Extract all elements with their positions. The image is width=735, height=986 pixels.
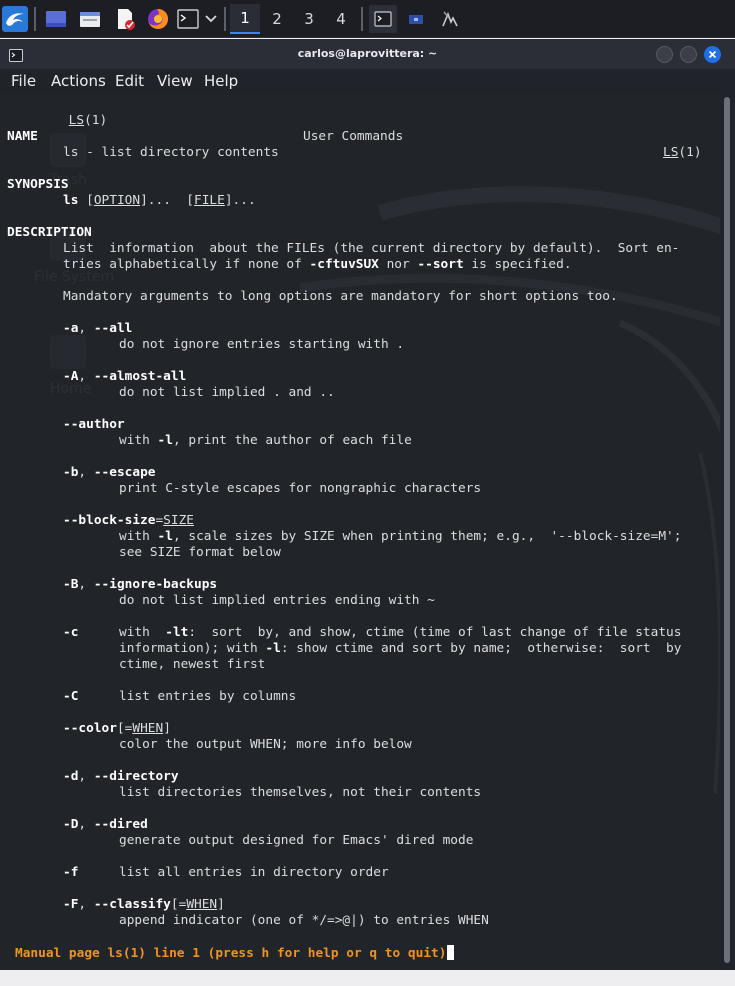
section-name-heading: NAME xyxy=(7,129,38,144)
window-title: carlos@laprovittera: ~ xyxy=(297,47,438,60)
taskbar-separator xyxy=(34,7,36,31)
option-D: -D, --dired xyxy=(63,817,148,832)
man-header-left-section: (1) xyxy=(84,113,108,128)
section-description-heading: DESCRIPTION xyxy=(7,225,92,240)
taskmanager-icon[interactable] xyxy=(439,5,461,33)
menu-view[interactable]: View xyxy=(157,72,193,90)
option-B-desc: do not list implied entries ending with … xyxy=(119,593,435,608)
option-c-desc-2: information); with -l: show ctime and so… xyxy=(119,641,682,656)
option-c-desc-3: ctime, newest first xyxy=(119,657,266,672)
option-f: -f xyxy=(63,865,79,880)
option-C-desc: list entries by columns xyxy=(119,689,297,704)
terminal-window: carlos@laprovittera: ~ File Actions Edit… xyxy=(0,39,735,970)
taskbar-separator xyxy=(224,7,226,31)
option-color-desc: color the output WHEN; more info below xyxy=(119,737,412,752)
workspace-2[interactable]: 2 xyxy=(262,4,292,34)
network-icon[interactable] xyxy=(405,5,427,33)
file-manager-icon[interactable] xyxy=(78,5,102,33)
man-header-left-name: LS xyxy=(68,113,85,128)
scrollbar-thumb[interactable] xyxy=(724,97,730,963)
firefox-icon[interactable] xyxy=(146,5,170,33)
taskbar: 1 2 3 4 xyxy=(0,0,735,38)
option-block-size-desc-1: with -l, scale sizes by SIZE when printi… xyxy=(119,529,682,544)
option-A-desc: do not list implied . and .. xyxy=(119,385,335,400)
terminal-cursor xyxy=(447,945,455,960)
workspace-3[interactable]: 3 xyxy=(294,4,324,34)
chevron-down-icon[interactable] xyxy=(203,5,219,33)
option-B: -B, --ignore-backups xyxy=(63,577,218,592)
menu-edit[interactable]: Edit xyxy=(115,72,144,90)
close-icon xyxy=(708,50,717,59)
bottom-strip xyxy=(0,970,735,986)
menubar: File Actions Edit View Help xyxy=(0,69,735,93)
menu-actions[interactable]: Actions xyxy=(51,72,106,90)
description-line-3: Mandatory arguments to long options are … xyxy=(63,289,618,304)
menu-help[interactable]: Help xyxy=(204,72,238,90)
terminal-icon[interactable] xyxy=(176,5,200,33)
option-b: -b, --escape xyxy=(63,465,156,480)
screen: 1 2 3 4 carlos@laprovittera: ~ File Acti… xyxy=(0,0,735,986)
option-b-desc: print C-style escapes for nongraphic cha… xyxy=(119,481,482,496)
synopsis-file: FILE xyxy=(194,193,225,208)
terminal-content[interactable]: Trash File System Home LS(1) User Comman… xyxy=(0,93,720,970)
option-block-size: --block-size=SIZE xyxy=(63,513,194,528)
option-f-desc: list all entries in directory order xyxy=(119,865,389,880)
option-author-desc: with -l, print the author of each file xyxy=(119,433,412,448)
man-header-right-section: (1) xyxy=(678,145,702,160)
man-header-center: User Commands xyxy=(303,129,404,144)
scrollbar[interactable] xyxy=(720,93,735,970)
description-line-1: List information about the FILEs (the cu… xyxy=(63,241,680,256)
text-editor-icon[interactable] xyxy=(113,5,137,33)
option-d: -d, --directory xyxy=(63,769,179,784)
pager-status-text: Manual page ls(1) line 1 (press h for he… xyxy=(15,946,447,961)
menu-file[interactable]: File xyxy=(11,72,36,90)
terminal-window-button[interactable] xyxy=(369,5,397,33)
desktop-icon[interactable] xyxy=(44,5,68,33)
close-button[interactable] xyxy=(704,46,721,63)
option-a: -a, --all xyxy=(63,321,133,336)
window-titlebar[interactable]: carlos@laprovittera: ~ xyxy=(0,39,735,69)
description-line-2: tries alphabetically if none of -cftuvSU… xyxy=(63,257,572,272)
workspace-4[interactable]: 4 xyxy=(326,4,356,34)
man-header-right-name: LS xyxy=(663,145,679,160)
option-F-desc: append indicator (one of */=>@|) to entr… xyxy=(119,913,489,928)
option-D-desc: generate output designed for Emacs' dire… xyxy=(119,833,474,848)
option-c: -c xyxy=(63,625,79,640)
option-F: -F, --classify[=WHEN] xyxy=(63,897,225,912)
synopsis-line: ls [OPTION]... [FILE]... xyxy=(63,193,256,208)
taskbar-separator xyxy=(361,7,363,31)
man-header: LS(1) User Commands LS(1) xyxy=(7,97,703,177)
option-author: --author xyxy=(63,417,125,432)
option-color: --color[=WHEN] xyxy=(63,721,171,736)
name-text: ls - list directory contents xyxy=(63,145,279,160)
section-synopsis-heading: SYNOPSIS xyxy=(7,177,69,192)
option-a-desc: do not ignore entries starting with . xyxy=(119,337,405,352)
option-C: -C xyxy=(63,689,79,704)
minimize-button[interactable] xyxy=(656,46,673,63)
synopsis-cmd: ls xyxy=(63,193,79,208)
kali-menu-icon[interactable] xyxy=(1,5,29,33)
option-A: -A, --almost-all xyxy=(63,369,187,384)
pager-status-line: Manual page ls(1) line 1 (press h for he… xyxy=(15,945,455,962)
maximize-button[interactable] xyxy=(680,46,697,63)
workspace-1[interactable]: 1 xyxy=(230,4,260,34)
option-d-desc: list directories themselves, not their c… xyxy=(119,785,482,800)
option-c-desc-1: with -lt: sort by, and show, ctime (time… xyxy=(119,625,682,640)
synopsis-option: OPTION xyxy=(93,193,141,208)
option-block-size-desc-2: see SIZE format below xyxy=(119,545,281,560)
